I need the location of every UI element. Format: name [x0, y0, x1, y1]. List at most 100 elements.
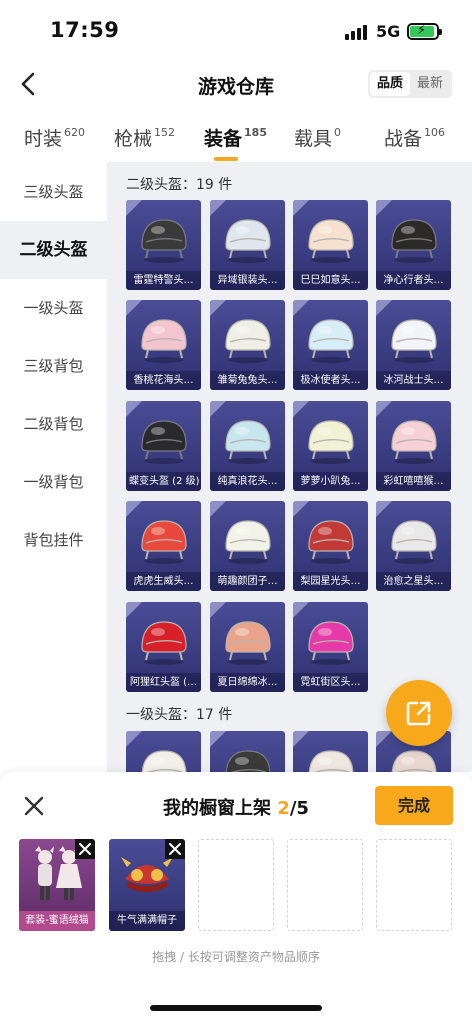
item-card[interactable] [210, 731, 285, 772]
tab-fashion[interactable]: 时装 620 [24, 124, 85, 151]
helmet-icon [141, 750, 187, 772]
item-card[interactable]: 萌趣颜团子… [210, 501, 285, 591]
sort-toggle: 品质 最新 [368, 70, 452, 98]
showcase-count-total: /5 [289, 798, 309, 819]
item-name: 治愈之星头… [376, 572, 451, 591]
item-name: 香桃花海头… [126, 371, 201, 390]
close-icon [169, 843, 181, 855]
item-card[interactable]: 冰河战士头… [376, 300, 451, 390]
sidebar-item-backpack-charm[interactable]: 背包挂件 [0, 511, 107, 569]
remove-slot-button[interactable] [75, 839, 95, 859]
item-card[interactable]: 霓虹街区头… [293, 602, 368, 692]
item-card[interactable]: 雏菊兔兔头… [210, 300, 285, 390]
item-card[interactable]: 夏日绵绵冰… [210, 602, 285, 692]
sidebar-item-level3-helmet[interactable]: 三级头盔 [0, 163, 107, 221]
slot-label: 牛气满满帽子 [109, 911, 185, 931]
sort-quality-button[interactable]: 品质 [370, 72, 410, 96]
sidebar-item-level3-backpack[interactable]: 三级背包 [0, 337, 107, 395]
tab-guns[interactable]: 枪械 152 [114, 124, 175, 151]
item-card[interactable]: 纯真浪花头… [210, 401, 285, 491]
sidebar-item-level1-backpack[interactable]: 一级背包 [0, 453, 107, 511]
item-card[interactable]: 蝶变头盔 (2 级) [126, 401, 201, 491]
item-card[interactable]: 萝萝小趴兔… [293, 401, 368, 491]
helmet-icon [225, 520, 271, 564]
helmet-icon [308, 219, 354, 263]
category-tabs: 时装 620 枪械 152 装备 185 载具 0 战备 106 [0, 118, 472, 162]
sidebar-item-level2-helmet[interactable]: 二级头盔 [0, 221, 107, 279]
item-name: 霓虹街区头… [293, 673, 368, 692]
item-card[interactable]: 极冰使者头… [293, 300, 368, 390]
section-title: 一级头盔：17 件 [126, 707, 233, 723]
helmet-icon [391, 219, 437, 263]
item-name: 梨园星光头… [293, 572, 368, 591]
tab-active-indicator [214, 157, 238, 161]
helmet-icon [225, 219, 271, 263]
section-title: 二级头盔：19 件 [126, 177, 233, 193]
empty-slot[interactable] [287, 839, 363, 931]
showcase-count-current: 2 [277, 798, 290, 819]
empty-slot[interactable] [376, 839, 452, 931]
item-name: 纯真浪花头… [210, 472, 285, 491]
helmet-icon [391, 520, 437, 564]
item-name: 阿狸红头盔 (… [126, 673, 201, 692]
showcase-sheet: 我的橱窗上架 2/5 完成 套装-蜜语绒猫 牛气满满帽子 拖拽 / 长按可调整资… [0, 772, 472, 1021]
share-button[interactable] [386, 680, 452, 746]
helmet-icon [141, 621, 187, 665]
item-card[interactable]: 香桃花海头… [126, 300, 201, 390]
warehouse-page: 17:59 5G ⚡ 游戏仓库 品质 最新 时装 620 枪械 152 装备 185 … [0, 0, 472, 1021]
item-card[interactable]: 治愈之星头… [376, 501, 451, 591]
remove-slot-button[interactable] [165, 839, 185, 859]
item-card[interactable] [293, 731, 368, 772]
done-button[interactable]: 完成 [375, 786, 453, 825]
helmet-icon [141, 319, 187, 363]
slot-label: 套装-蜜语绒猫 [19, 911, 95, 931]
showcase-slot[interactable]: 牛气满满帽子 [109, 839, 185, 931]
helmet-icon [141, 520, 187, 564]
nav-bar: 游戏仓库 品质 最新 [0, 62, 472, 106]
helmet-icon [391, 420, 437, 464]
helmet-icon [225, 420, 271, 464]
item-name: 巳巳如意头… [293, 271, 368, 290]
item-card[interactable]: 阿狸红头盔 (… [126, 602, 201, 692]
item-name: 虎虎生威头… [126, 572, 201, 591]
helmet-icon [308, 621, 354, 665]
item-card[interactable]: 彩虹嘻嘻猴… [376, 401, 451, 491]
item-name: 萌趣颜团子… [210, 572, 285, 591]
helmet-icon [141, 219, 187, 263]
tab-supplies[interactable]: 战备 106 [384, 124, 445, 151]
item-name: 蝶变头盔 (2 级) [126, 472, 201, 491]
sort-latest-button[interactable]: 最新 [410, 72, 450, 96]
tab-vehicles[interactable]: 载具 0 [294, 124, 341, 151]
network-label: 5G [376, 22, 401, 41]
empty-slot[interactable] [198, 839, 274, 931]
helmet-icon [308, 520, 354, 564]
helmet-icon [308, 750, 354, 772]
item-card[interactable]: 异域银装头… [210, 200, 285, 290]
export-icon [406, 701, 431, 726]
item-card[interactable]: 梨园星光头… [293, 501, 368, 591]
item-card[interactable]: 巳巳如意头… [293, 200, 368, 290]
item-card[interactable]: 虎虎生威头… [126, 501, 201, 591]
item-card[interactable]: 雷霆特警头… [126, 200, 201, 290]
sidebar-item-level2-backpack[interactable]: 二级背包 [0, 395, 107, 453]
item-card[interactable] [126, 731, 201, 772]
item-name: 净心行者头… [376, 271, 451, 290]
item-name: 冰河战士头… [376, 371, 451, 390]
battery-icon: ⚡ [407, 23, 442, 40]
helmet-icon [225, 319, 271, 363]
helmet-icon [308, 319, 354, 363]
sidebar-item-level1-helmet[interactable]: 一级头盔 [0, 279, 107, 337]
item-name: 夏日绵绵冰… [210, 673, 285, 692]
item-name: 萝萝小趴兔… [293, 472, 368, 491]
helmet-icon [225, 621, 271, 665]
tab-equipment[interactable]: 装备 185 [204, 124, 267, 161]
helmet-icon [308, 420, 354, 464]
status-bar: 17:59 5G ⚡ [0, 0, 472, 62]
item-name: 彩虹嘻嘻猴… [376, 472, 451, 491]
showcase-slot[interactable]: 套装-蜜语绒猫 [19, 839, 95, 931]
status-time: 17:59 [50, 18, 120, 42]
item-name: 雏菊兔兔头… [210, 371, 285, 390]
item-card[interactable]: 净心行者头… [376, 200, 451, 290]
item-name: 极冰使者头… [293, 371, 368, 390]
reorder-hint: 拖拽 / 长按可调整资产物品顺序 [152, 950, 320, 964]
